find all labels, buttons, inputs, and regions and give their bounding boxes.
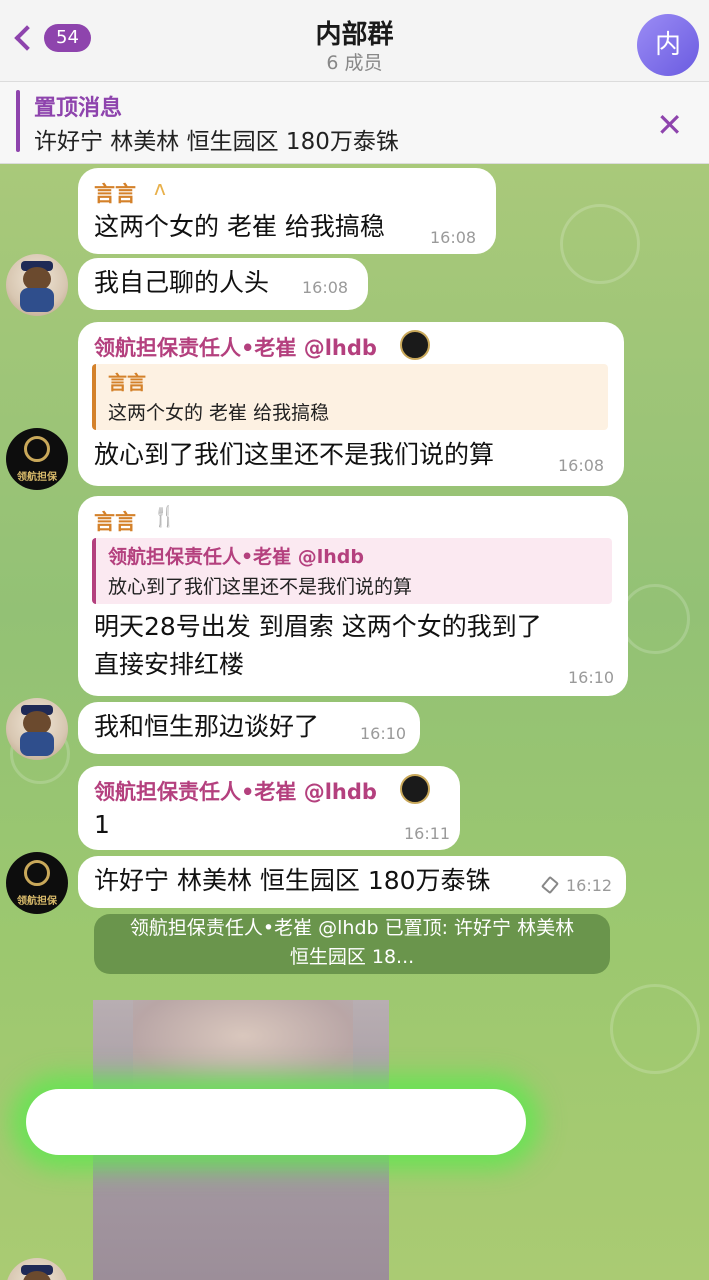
message-bubble[interactable]: 我自己聊的人头 16:08	[78, 258, 368, 310]
chat-title[interactable]: 内部群	[0, 14, 709, 51]
member-count: 6 成员	[326, 52, 383, 74]
pin-icon	[540, 875, 560, 895]
background-doodle	[560, 204, 640, 284]
sender-name[interactable]: 言言	[94, 506, 136, 536]
message-text: 我自己聊的人头	[94, 268, 270, 297]
message-time: 16:08	[558, 456, 605, 475]
pinned-accent-bar	[16, 90, 20, 152]
message-bubble[interactable]: 言言 ᴧ 这两个女的 老崔 给我搞稳 16:08	[78, 168, 496, 254]
emblem-icon	[400, 774, 430, 804]
message-time: 16:10	[360, 724, 407, 743]
message-bubble[interactable]: 领航担保责任人•老崔 @lhdb 1 16:11	[78, 766, 460, 850]
reply-sender: 领航担保责任人•老崔 @lhdb	[108, 546, 364, 568]
message-time: 16:10	[568, 668, 615, 687]
sender-name[interactable]: 领航担保责任人•老崔 @lhdb	[94, 332, 377, 362]
user-avatar[interactable]	[6, 698, 68, 760]
avatar-body	[20, 288, 54, 312]
message-time: 16:08	[430, 228, 477, 247]
service-line1: 领航担保责任人•老崔 @lhdb 已置顶: 许好宁 林美林	[129, 917, 575, 939]
avatar-label: 领航担保	[17, 472, 57, 483]
avatar-body	[20, 732, 54, 756]
message-text: 这两个女的 老崔 给我搞稳	[94, 212, 385, 241]
chat-header: 54 内部群 6 成员 内	[0, 0, 709, 82]
pinned-message-bar[interactable]: 置顶消息 许好宁 林美林 恒生园区 180万泰铢 ✕	[0, 82, 709, 164]
reply-sender: 言言	[108, 372, 147, 394]
message-text: 放心到了我们这里还不是我们说的算	[94, 440, 495, 469]
cutlery-emoji-icon: 🍴	[152, 504, 177, 528]
helm-icon	[24, 436, 50, 462]
reply-text: 这两个女的 老崔 给我搞稳	[108, 402, 330, 424]
redaction-overlay	[26, 1089, 526, 1155]
message-text: 我和恒生那边谈好了	[94, 712, 320, 741]
message-text-line1: 明天28号出发 到眉索 这两个女的我到了	[94, 612, 542, 641]
avatar-label: 领航担保	[17, 896, 57, 907]
message-bubble[interactable]: 言言 🍴 领航担保责任人•老崔 @lhdb 放心到了我们这里还不是我们说的算 明…	[78, 496, 628, 696]
message-text-line2: 直接安排红楼	[94, 650, 245, 679]
reply-quote[interactable]: 言言 这两个女的 老崔 给我搞稳	[92, 364, 608, 430]
message-time: 16:11	[404, 824, 451, 843]
user-avatar[interactable]	[6, 254, 68, 316]
message-time: 16:12	[566, 876, 613, 895]
user-avatar[interactable]: 领航担保	[6, 428, 68, 490]
user-avatar[interactable]	[6, 1258, 68, 1280]
message-text: 1	[94, 810, 110, 839]
sender-name[interactable]: 言言	[94, 178, 136, 208]
helm-icon	[24, 860, 50, 886]
message-bubble[interactable]: 我和恒生那边谈好了 16:10	[78, 702, 420, 754]
message-time: 16:08	[302, 278, 349, 297]
service-line2: 恒生园区 18...	[289, 946, 415, 968]
pinned-label: 置顶消息	[34, 96, 123, 121]
service-message[interactable]: 领航担保责任人•老崔 @lhdb 已置顶: 许好宁 林美林 恒生园区 18...	[94, 914, 610, 974]
reply-quote[interactable]: 领航担保责任人•老崔 @lhdb 放心到了我们这里还不是我们说的算	[92, 538, 612, 604]
user-avatar[interactable]: 领航担保	[6, 852, 68, 914]
pinned-text: 许好宁 林美林 恒生园区 180万泰铢	[34, 129, 399, 155]
chat-area[interactable]: 言言 ᴧ 这两个女的 老崔 给我搞稳 16:08 我自己聊的人头 16:08 领…	[0, 164, 709, 1280]
group-avatar[interactable]: 内	[637, 14, 699, 76]
sender-name[interactable]: 领航担保责任人•老崔 @lhdb	[94, 776, 377, 806]
photo-highlight	[133, 1000, 353, 1090]
reply-text: 放心到了我们这里还不是我们说的算	[108, 576, 413, 598]
background-doodle	[610, 984, 700, 1074]
close-icon[interactable]: ✕	[656, 106, 683, 144]
wave-emoji-icon: ᴧ	[154, 176, 166, 200]
background-doodle	[620, 584, 690, 654]
message-bubble[interactable]: 许好宁 林美林 恒生园区 180万泰铢 16:12	[78, 856, 626, 908]
message-bubble[interactable]: 领航担保责任人•老崔 @lhdb 言言 这两个女的 老崔 给我搞稳 放心到了我们…	[78, 322, 624, 486]
emblem-icon	[400, 330, 430, 360]
message-text: 许好宁 林美林 恒生园区 180万泰铢	[94, 866, 491, 895]
